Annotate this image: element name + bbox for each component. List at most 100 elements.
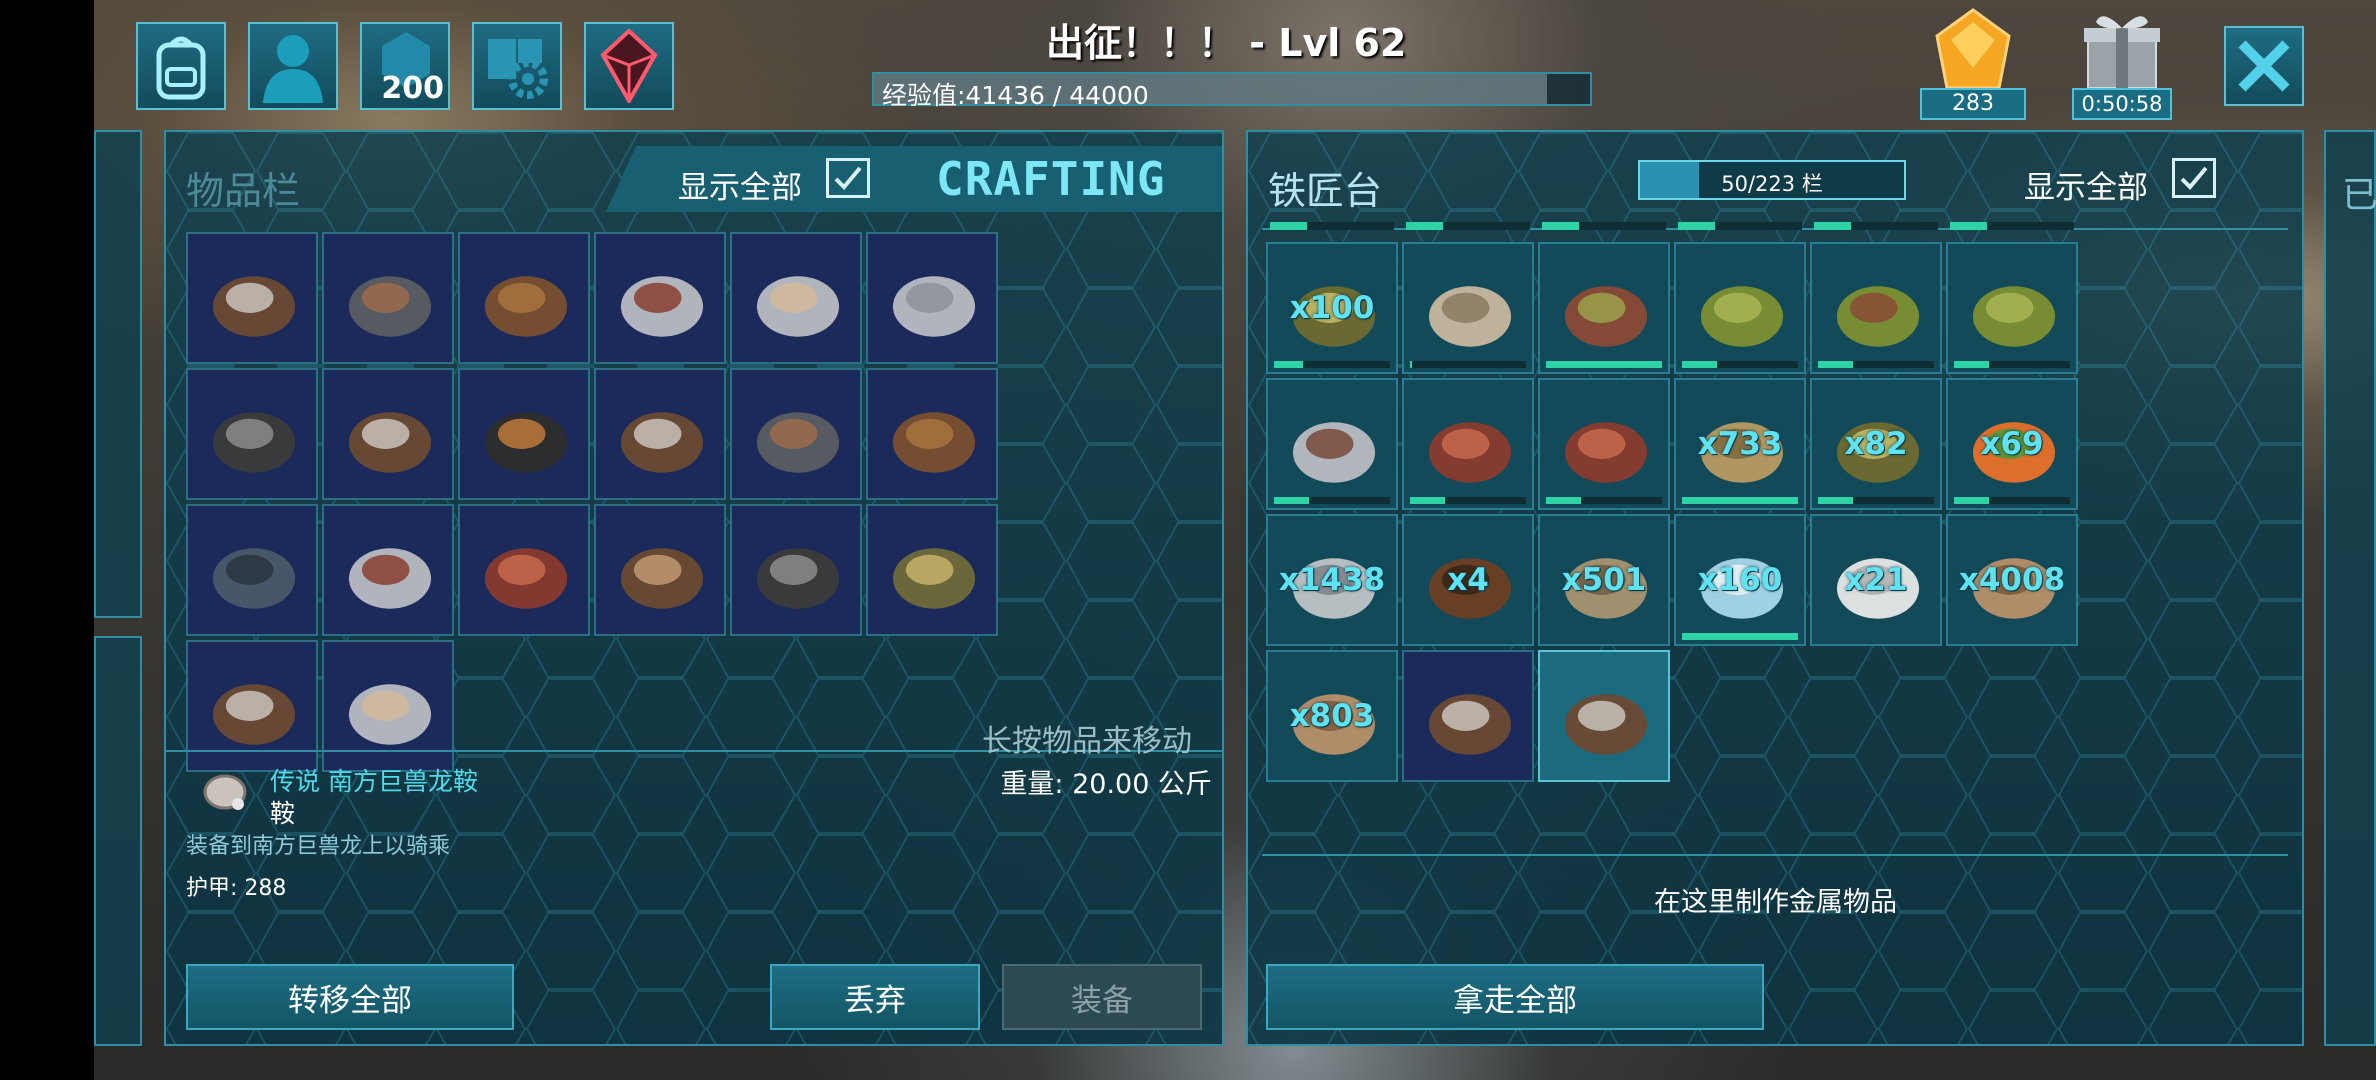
durability-bar	[1682, 497, 1798, 504]
metal-chest-icon	[1292, 422, 1376, 483]
gem-currency[interactable]: 283	[1920, 8, 2026, 120]
inventory-slot[interactable]	[594, 232, 726, 364]
inventory-slot[interactable]	[322, 232, 454, 364]
smithy-slot[interactable]	[1266, 378, 1398, 510]
inventory-slot[interactable]	[458, 504, 590, 636]
durability-top-fill	[1950, 222, 1988, 230]
selected-item-description: 装备到南方巨兽龙上以骑乘	[186, 834, 451, 859]
shotgun-icon	[756, 548, 840, 609]
ammo-icon	[892, 548, 976, 609]
item-quantity: x1438	[1278, 562, 1386, 598]
armor-gloves-icon	[756, 276, 840, 337]
durability-bar	[1546, 361, 1662, 368]
ghillie-chest-icon	[1700, 286, 1784, 347]
durability-top-fill	[1542, 222, 1580, 230]
smithy-slot[interactable]: x4	[1402, 514, 1534, 646]
armor-leggings-icon	[892, 276, 976, 337]
tribe-badge-count: 200	[381, 71, 444, 106]
smithy-slot[interactable]	[1538, 378, 1670, 510]
smithy-slot[interactable]	[1810, 242, 1942, 374]
inventory-slot[interactable]	[186, 504, 318, 636]
engrams-tab-button[interactable]	[472, 22, 562, 110]
inventory-slot[interactable]	[730, 368, 862, 500]
smithy-slot[interactable]: x733	[1674, 378, 1806, 510]
smithy-slot[interactable]	[1538, 242, 1670, 374]
right-side-tab-label: 已	[2342, 175, 2376, 216]
smithy-slot[interactable]: x160	[1674, 514, 1806, 646]
smithy-slot[interactable]	[1674, 242, 1806, 374]
pistol-icon	[756, 412, 840, 473]
smithy-slot[interactable]: x69	[1946, 378, 2078, 510]
inventory-slot[interactable]	[866, 504, 998, 636]
item-quantity: x4008	[1958, 562, 2066, 598]
durability-top-bar	[1678, 222, 1802, 230]
smithy-show-all-label: 显示全部	[2024, 170, 2148, 206]
smithy-show-all-checkbox[interactable]	[2172, 158, 2216, 198]
drop-button[interactable]: 丢弃	[770, 964, 980, 1030]
inventory-slot[interactable]	[186, 368, 318, 500]
smithy-slot[interactable]	[1538, 650, 1670, 782]
tribe-tab-button[interactable]: 200	[360, 22, 450, 110]
armor-boots-icon	[348, 548, 432, 609]
durability-bar	[1818, 361, 1934, 368]
inventory-slot[interactable]	[186, 232, 318, 364]
take-all-button[interactable]: 拿走全部	[1266, 964, 1764, 1030]
smithy-slot[interactable]: x4008	[1946, 514, 2078, 646]
durability-bar	[1682, 633, 1798, 640]
smithy-slot[interactable]: x82	[1810, 378, 1942, 510]
equip-button[interactable]: 装备	[1002, 964, 1202, 1030]
right-side-tab[interactable]: 已	[2324, 130, 2376, 1046]
durability-top-bar	[1270, 222, 1394, 230]
saddle-icon	[1564, 694, 1648, 755]
crate-icon	[892, 412, 976, 473]
left-side-tab-lower[interactable]	[94, 636, 142, 1046]
durability-top-bar	[1406, 222, 1530, 230]
smithy-slot[interactable]: x501	[1538, 514, 1670, 646]
smithy-slot[interactable]: x803	[1266, 650, 1398, 782]
player-silhouette-icon	[263, 35, 323, 103]
transfer-all-button[interactable]: 转移全部	[186, 964, 514, 1030]
inventory-slot[interactable]	[322, 504, 454, 636]
smithy-slot[interactable]	[1402, 242, 1534, 374]
crate-icon	[484, 276, 568, 337]
inventory-slot[interactable]	[458, 232, 590, 364]
smithy-slot[interactable]	[1402, 378, 1534, 510]
inventory-slot[interactable]	[866, 368, 998, 500]
inventory-slot[interactable]	[594, 368, 726, 500]
move-hint: 长按物品来移动	[982, 724, 1192, 759]
tek-tab-button[interactable]	[584, 22, 674, 110]
inventory-show-all-checkbox[interactable]	[826, 158, 870, 198]
armor-gloves-icon	[348, 684, 432, 745]
smithy-slot[interactable]: x1438	[1266, 514, 1398, 646]
inventory-slot[interactable]	[322, 368, 454, 500]
durability-fill	[1818, 361, 1853, 368]
item-quantity: x733	[1697, 426, 1783, 462]
inventory-slot[interactable]	[594, 504, 726, 636]
smithy-info: 在这里制作金属物品	[1654, 887, 1897, 918]
inventory-tab-button[interactable]	[136, 22, 226, 110]
smithy-slot[interactable]: x100	[1266, 242, 1398, 374]
inventory-slot[interactable]	[322, 640, 454, 772]
durability-top-bar	[1542, 222, 1666, 230]
shotgun-icon	[212, 412, 296, 473]
crafting-tab[interactable]: CRAFTING	[936, 152, 1166, 206]
inventory-slot[interactable]	[730, 504, 862, 636]
smithy-slot[interactable]	[1946, 242, 2078, 374]
gift-box[interactable]: 0:50:58	[2072, 8, 2172, 120]
durability-bar	[1410, 497, 1526, 504]
character-tab-button[interactable]	[248, 22, 338, 110]
armor-chest-icon	[484, 548, 568, 609]
smithy-slot[interactable]: x21	[1810, 514, 1942, 646]
selected-item-armor: 护甲: 288	[186, 876, 287, 901]
close-button[interactable]	[2224, 26, 2304, 106]
durability-fill	[1682, 361, 1717, 368]
inventory-slot[interactable]	[458, 368, 590, 500]
ghillie-boots-icon	[1564, 286, 1648, 347]
left-side-tab[interactable]	[94, 130, 142, 618]
item-quantity: x501	[1561, 562, 1647, 598]
inventory-slot[interactable]	[866, 232, 998, 364]
inventory-slot[interactable]	[730, 232, 862, 364]
smithy-slot[interactable]	[1402, 650, 1534, 782]
inventory-slot[interactable]	[186, 640, 318, 772]
player-title: 出征！！！ - Lvl 62	[1046, 21, 1407, 65]
